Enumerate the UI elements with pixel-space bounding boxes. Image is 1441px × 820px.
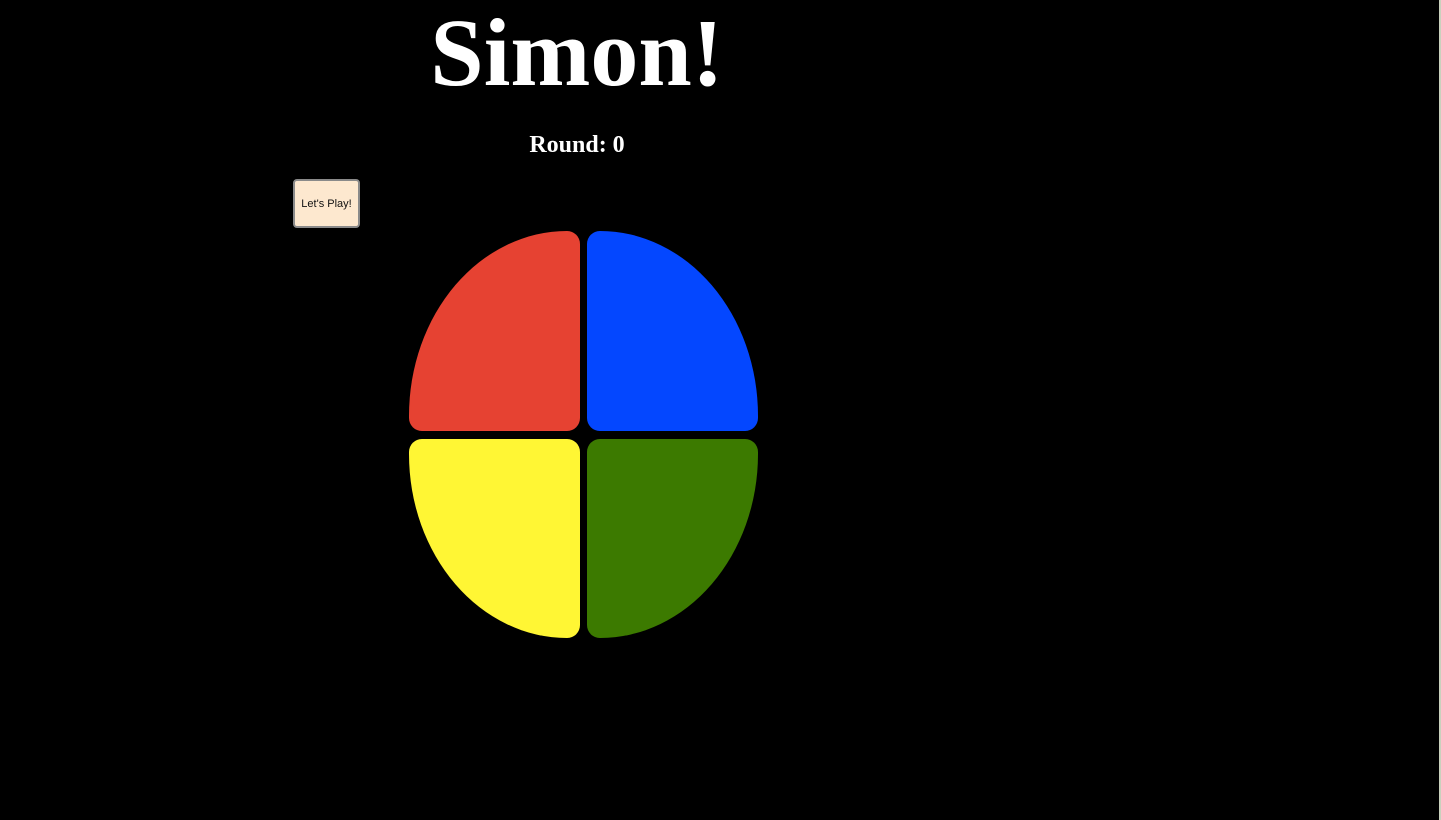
red-pad[interactable] [409,231,580,431]
round-counter: Round: 0 [529,132,625,158]
blue-pad[interactable] [587,231,758,431]
game-title: Simon! [430,0,724,106]
yellow-pad[interactable] [409,439,580,638]
lets-play-button[interactable]: Let's Play! [293,179,360,228]
green-pad[interactable] [587,439,758,638]
